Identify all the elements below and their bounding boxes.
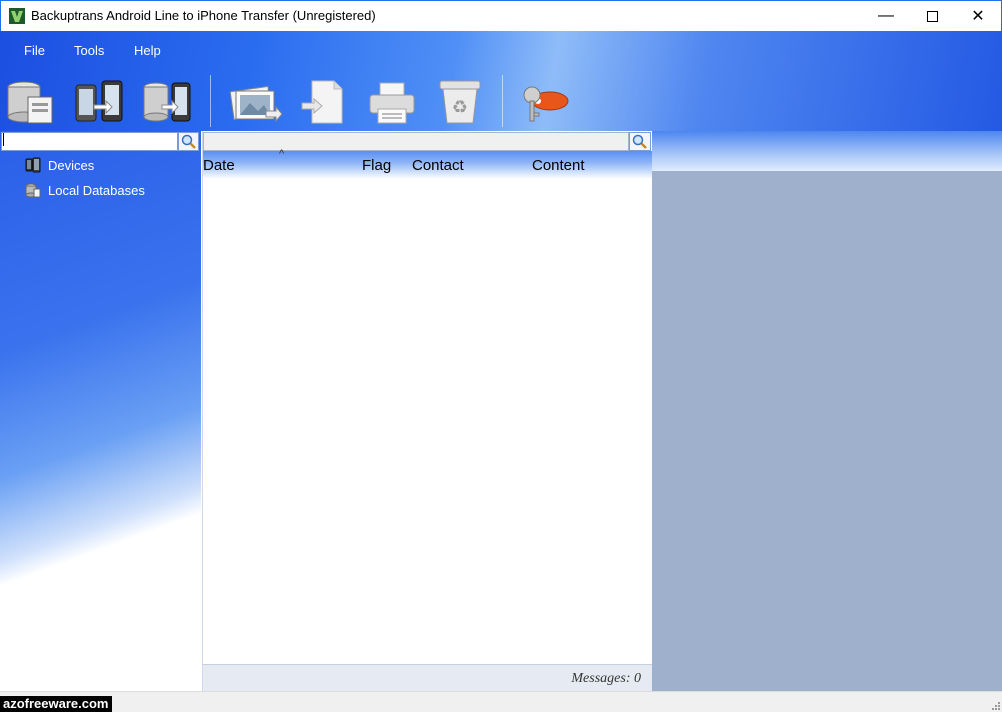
menu-tools[interactable]: Tools — [74, 43, 104, 58]
maximize-button[interactable] — [909, 1, 955, 31]
message-search-input[interactable] — [203, 132, 629, 151]
search-icon — [181, 134, 196, 149]
export-photos-icon — [229, 85, 283, 123]
message-detail-panel — [652, 131, 1002, 691]
tree-item-local-databases[interactable]: Local Databases — [25, 181, 145, 199]
title-bar: Backuptrans Android Line to iPhone Trans… — [0, 0, 1002, 31]
text-cursor — [3, 133, 4, 146]
tree-item-label: Local Databases — [48, 182, 145, 198]
transfer-database-to-iphone-icon — [143, 82, 191, 122]
column-header-flag[interactable]: Flag — [362, 157, 391, 174]
transfer-android-to-iphone-icon — [75, 80, 123, 122]
message-list-header: ^ Date Flag Contact Content — [203, 148, 653, 179]
backup-button[interactable] — [4, 75, 60, 127]
print-button[interactable] — [364, 75, 420, 127]
sort-indicator-icon: ^ — [279, 148, 285, 160]
message-status-bar: Messages: 0 — [203, 664, 653, 691]
local-databases-icon — [25, 183, 41, 198]
message-search-button[interactable] — [629, 132, 651, 151]
toolbar-separator — [502, 75, 503, 127]
navigation-panel: Devices Local Databases — [0, 131, 201, 691]
app-logo-icon — [9, 8, 25, 24]
devices-icon — [25, 157, 41, 173]
transfer-database-to-iphone-button[interactable] — [140, 75, 196, 127]
export-document-button[interactable] — [296, 75, 352, 127]
search-icon — [632, 134, 647, 149]
minimize-button[interactable]: — — [863, 1, 909, 31]
menu-bar: File Tools Help — [0, 31, 1002, 69]
register-key-icon — [523, 86, 569, 122]
column-header-date[interactable]: Date — [203, 157, 235, 174]
tree-search-input[interactable] — [1, 132, 178, 151]
detail-header — [652, 131, 1002, 171]
close-button[interactable]: ✕ — [955, 1, 1001, 31]
register-button[interactable] — [516, 75, 572, 127]
window-status-bar — [0, 691, 1002, 712]
recycle-bin-button[interactable]: ♻ — [432, 75, 488, 127]
column-header-content[interactable]: Content — [532, 157, 585, 174]
tree-item-label: Devices — [48, 157, 95, 173]
maximize-icon — [926, 10, 938, 22]
tree-item-devices[interactable]: Devices — [25, 156, 94, 174]
transfer-android-to-iphone-button[interactable] — [72, 75, 128, 127]
resize-grip-icon[interactable] — [990, 700, 1000, 710]
column-header-contact[interactable]: Contact — [412, 157, 464, 174]
export-photos-button[interactable] — [226, 75, 283, 127]
toolbar: ♻ — [0, 69, 1002, 131]
export-document-icon — [301, 80, 343, 124]
message-list-body[interactable] — [203, 179, 653, 664]
watermark-label: azofreeware.com — [0, 696, 112, 712]
menu-help[interactable]: Help — [134, 43, 161, 58]
message-count: Messages: 0 — [571, 671, 641, 686]
recycle-bin-icon: ♻ — [439, 80, 481, 124]
svg-text:♻: ♻ — [452, 97, 468, 118]
backup-icon — [7, 81, 53, 124]
print-icon — [369, 82, 415, 124]
message-list-panel: ^ Date Flag Contact Content Messages: 0 — [202, 131, 653, 691]
window-title: Backuptrans Android Line to iPhone Trans… — [31, 8, 376, 23]
toolbar-separator — [210, 75, 211, 127]
tree-search-button[interactable] — [178, 132, 199, 151]
menu-file[interactable]: File — [24, 43, 45, 58]
